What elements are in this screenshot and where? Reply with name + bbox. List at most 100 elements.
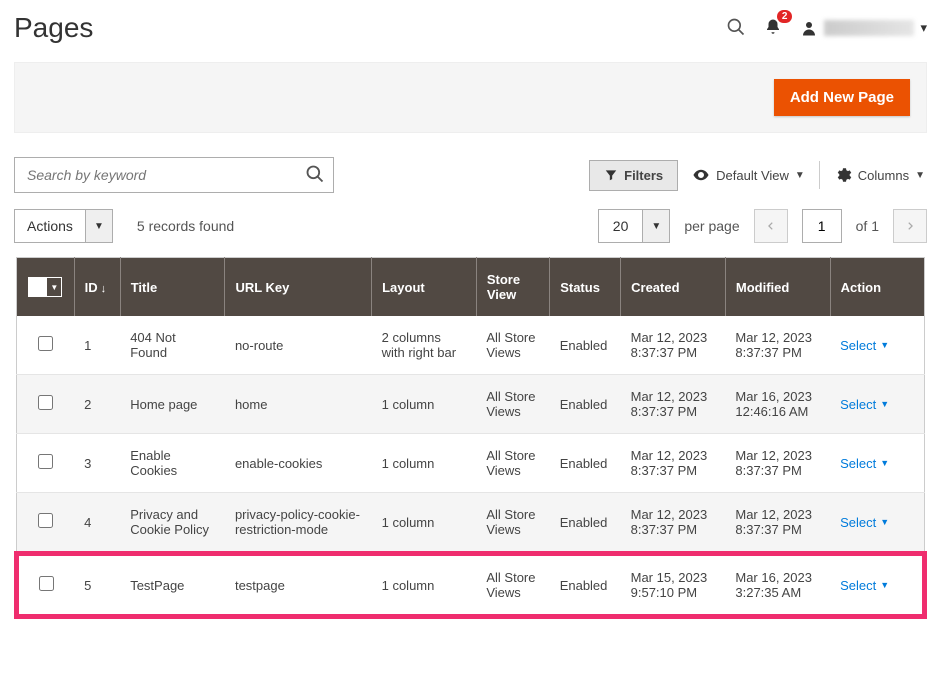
cell-id: 2	[74, 375, 120, 434]
cell-created: Mar 15, 2023 9:57:10 PM	[621, 554, 726, 617]
cell-url-key: privacy-policy-cookie-restriction-mode	[225, 493, 372, 554]
col-header-modified[interactable]: Modified	[725, 258, 830, 317]
default-view-label: Default View	[716, 168, 789, 183]
row-checkbox[interactable]	[38, 454, 53, 469]
of-label: of 1	[856, 218, 879, 234]
table-row[interactable]: 5TestPagetestpage1 columnAll Store Views…	[17, 554, 925, 617]
cell-id: 3	[74, 434, 120, 493]
next-page-button[interactable]	[893, 209, 927, 243]
row-select-action[interactable]: Select ▼	[840, 456, 889, 471]
row-checkbox[interactable]	[38, 513, 53, 528]
row-checkbox[interactable]	[38, 336, 53, 351]
cell-store-view: All Store Views	[476, 493, 549, 554]
col-header-store-view[interactable]: Store View	[476, 258, 549, 317]
filters-button[interactable]: Filters	[589, 160, 678, 191]
cell-modified: Mar 12, 2023 8:37:37 PM	[725, 493, 830, 554]
chevron-down-icon: ▼	[880, 340, 889, 350]
cell-url-key: enable-cookies	[225, 434, 372, 493]
chevron-down-icon: ▼	[880, 580, 889, 590]
notifications-badge: 2	[777, 10, 793, 23]
search-box	[14, 157, 334, 193]
per-page-label: per page	[684, 218, 739, 234]
action-bar: Add New Page	[14, 62, 927, 133]
col-header-checkbox[interactable]: ▼	[17, 258, 75, 317]
header-tools: 2 ▾	[726, 17, 927, 40]
search-icon[interactable]	[726, 17, 746, 40]
chevron-down-icon: ▼	[880, 458, 889, 468]
search-input[interactable]	[27, 167, 305, 183]
user-name	[824, 20, 914, 36]
separator	[819, 161, 820, 189]
col-header-status[interactable]: Status	[550, 258, 621, 317]
cell-status: Enabled	[550, 554, 621, 617]
filters-label: Filters	[624, 168, 663, 183]
chevron-down-icon: ▼	[880, 399, 889, 409]
search-submit-icon[interactable]	[305, 164, 325, 187]
chevron-down-icon: ▼	[915, 170, 925, 181]
cell-id: 5	[74, 554, 120, 617]
mass-actions-dropdown[interactable]: Actions ▼	[14, 209, 113, 243]
per-page-select[interactable]: 20 ▼	[598, 209, 671, 243]
cell-modified: Mar 12, 2023 8:37:37 PM	[725, 434, 830, 493]
sort-desc-icon: ↓	[101, 283, 107, 295]
chevron-down-icon[interactable]: ▼	[642, 209, 670, 243]
prev-page-button[interactable]	[754, 209, 788, 243]
cell-modified: Mar 16, 2023 12:46:16 AM	[725, 375, 830, 434]
cell-title: Privacy and Cookie Policy	[120, 493, 225, 554]
col-header-action: Action	[830, 258, 924, 317]
records-found: 5 records found	[137, 218, 234, 234]
chevron-down-icon: ▼	[880, 517, 889, 527]
table-row[interactable]: 1404 Not Foundno-route2 columns with rig…	[17, 316, 925, 375]
default-view-button[interactable]: Default View ▼	[690, 162, 807, 188]
chevron-down-icon: ▼	[795, 170, 805, 181]
cell-status: Enabled	[550, 316, 621, 375]
cell-store-view: All Store Views	[476, 375, 549, 434]
col-header-title[interactable]: Title	[120, 258, 225, 317]
table-row[interactable]: 3Enable Cookiesenable-cookies1 columnAll…	[17, 434, 925, 493]
cell-created: Mar 12, 2023 8:37:37 PM	[621, 434, 726, 493]
cell-id: 1	[74, 316, 120, 375]
col-header-layout[interactable]: Layout	[372, 258, 477, 317]
per-page-value: 20	[598, 209, 643, 243]
chevron-down-icon: ▾	[920, 20, 927, 36]
gear-icon	[834, 166, 852, 184]
chevron-down-icon[interactable]: ▼	[85, 209, 113, 243]
row-select-action[interactable]: Select ▼	[840, 578, 889, 593]
columns-button[interactable]: Columns ▼	[832, 162, 927, 188]
user-menu[interactable]: ▾	[800, 19, 927, 37]
cell-title: TestPage	[120, 554, 225, 617]
row-checkbox[interactable]	[38, 395, 53, 410]
funnel-icon	[604, 168, 618, 182]
cell-url-key: testpage	[225, 554, 372, 617]
col-header-created[interactable]: Created	[621, 258, 726, 317]
cell-url-key: no-route	[225, 316, 372, 375]
row-checkbox[interactable]	[39, 576, 54, 591]
row-select-action[interactable]: Select ▼	[840, 338, 889, 353]
cell-layout: 1 column	[372, 375, 477, 434]
page-number-input[interactable]	[802, 209, 842, 243]
mass-actions-label: Actions	[14, 209, 85, 243]
cell-layout: 2 columns with right bar	[372, 316, 477, 375]
cell-created: Mar 12, 2023 8:37:37 PM	[621, 375, 726, 434]
cell-title: Enable Cookies	[120, 434, 225, 493]
add-new-page-button[interactable]: Add New Page	[774, 79, 910, 116]
columns-label: Columns	[858, 168, 909, 183]
cell-store-view: All Store Views	[476, 434, 549, 493]
col-header-id[interactable]: ID↓	[74, 258, 120, 317]
cell-title: Home page	[120, 375, 225, 434]
cell-store-view: All Store Views	[476, 316, 549, 375]
cell-layout: 1 column	[372, 554, 477, 617]
page-title: Pages	[14, 12, 93, 44]
cell-id: 4	[74, 493, 120, 554]
cell-modified: Mar 12, 2023 8:37:37 PM	[725, 316, 830, 375]
cell-title: 404 Not Found	[120, 316, 225, 375]
table-row[interactable]: 4Privacy and Cookie Policyprivacy-policy…	[17, 493, 925, 554]
col-header-url-key[interactable]: URL Key	[225, 258, 372, 317]
row-select-action[interactable]: Select ▼	[840, 515, 889, 530]
cell-url-key: home	[225, 375, 372, 434]
row-select-action[interactable]: Select ▼	[840, 397, 889, 412]
cell-created: Mar 12, 2023 8:37:37 PM	[621, 493, 726, 554]
table-row[interactable]: 2Home pagehome1 columnAll Store ViewsEna…	[17, 375, 925, 434]
cell-status: Enabled	[550, 434, 621, 493]
notifications-icon[interactable]: 2	[764, 18, 782, 39]
